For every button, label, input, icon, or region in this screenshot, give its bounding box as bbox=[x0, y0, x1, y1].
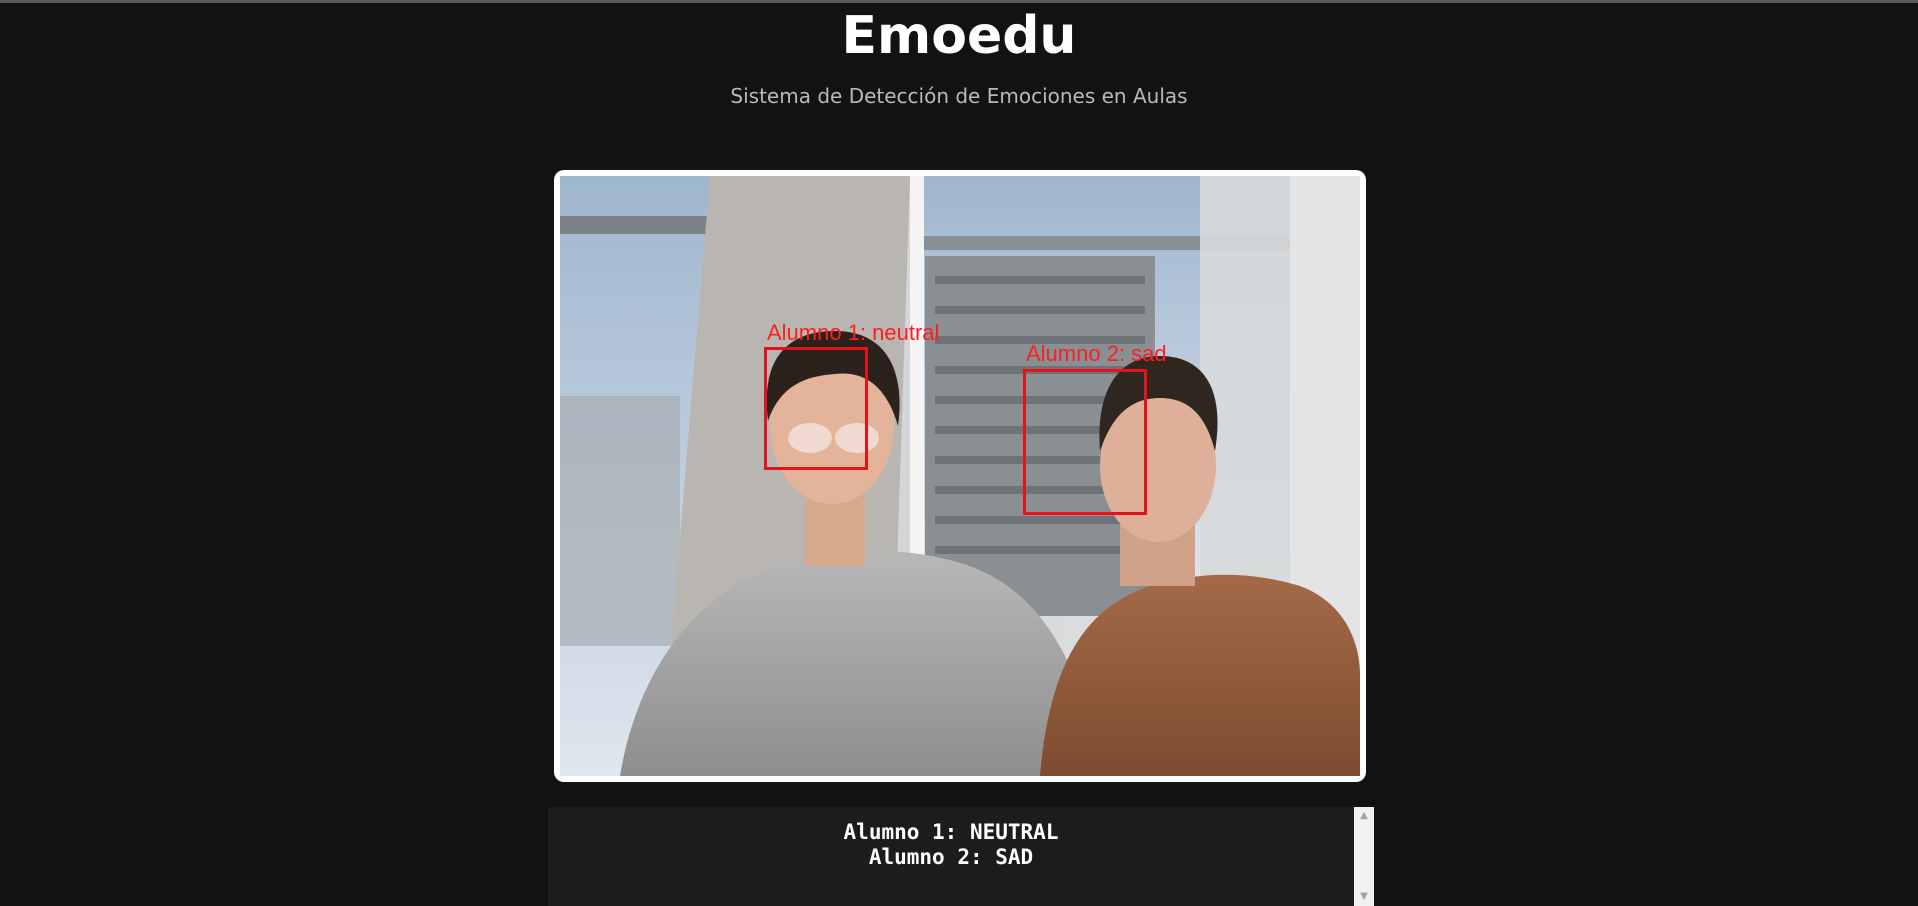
camera-feed: Alumno 1: neutral Alumno 2: sad bbox=[560, 176, 1360, 776]
face-box-1 bbox=[764, 347, 868, 470]
face-label-2: Alumno 2: sad bbox=[1026, 341, 1167, 366]
scroll-down-arrow-icon[interactable]: ▼ bbox=[1354, 888, 1374, 906]
video-frame: Alumno 1: neutral Alumno 2: sad bbox=[554, 170, 1366, 782]
face-label-1: Alumno 1: neutral bbox=[767, 320, 940, 345]
results-panel[interactable]: Alumno 1: NEUTRAL Alumno 2: SAD ▲ ▼ bbox=[548, 807, 1374, 906]
result-line-1: Alumno 1: NEUTRAL bbox=[843, 820, 1059, 844]
page-subtitle: Sistema de Detección de Emociones en Aul… bbox=[730, 84, 1188, 108]
window-top-border bbox=[0, 0, 1918, 3]
camera-scene-illustration bbox=[560, 176, 1360, 776]
result-line-2: Alumno 2: SAD bbox=[868, 845, 1034, 869]
results-text: Alumno 1: NEUTRAL Alumno 2: SAD bbox=[548, 820, 1354, 870]
face-box-2 bbox=[1023, 369, 1147, 515]
page-title: Emoedu bbox=[841, 6, 1077, 66]
results-scrollbar[interactable]: ▲ ▼ bbox=[1354, 807, 1374, 906]
scroll-up-arrow-icon[interactable]: ▲ bbox=[1354, 807, 1374, 825]
